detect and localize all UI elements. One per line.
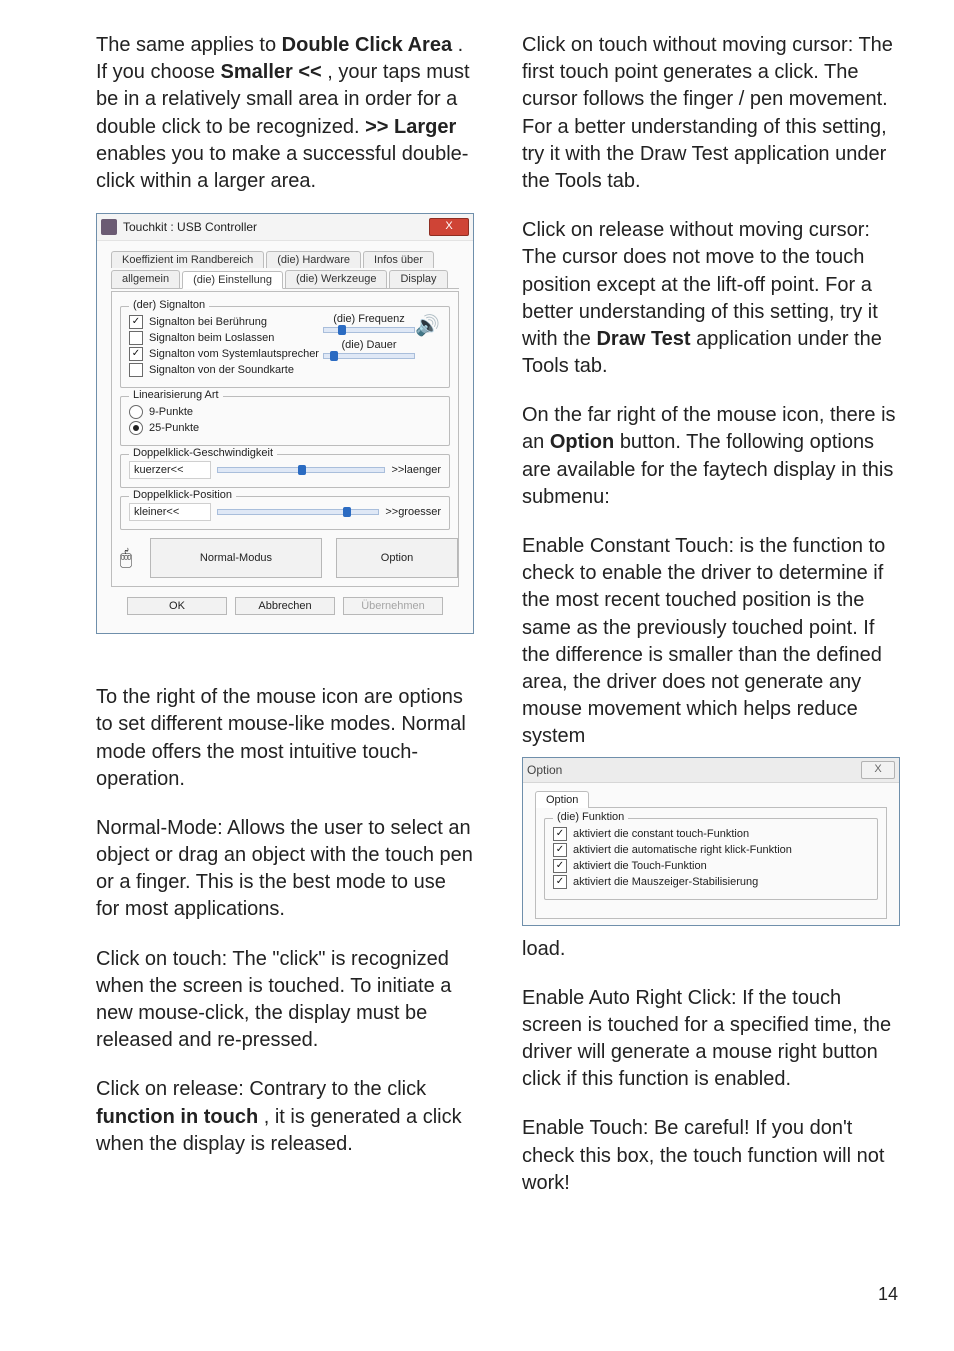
right-para-3: On the far right of the mouse icon, ther… xyxy=(522,402,900,511)
close-button[interactable]: X xyxy=(429,218,469,236)
dc-speed-slider[interactable] xyxy=(217,467,385,473)
bold-option: Option xyxy=(550,431,614,453)
left-para-3: Normal-Mode: Allows the user to select a… xyxy=(96,815,474,924)
radio-25-punkte[interactable] xyxy=(129,421,143,435)
text: The same applies to xyxy=(96,34,282,56)
right-para-4: Enable Constant Touch: is the function t… xyxy=(522,533,900,751)
slider-dauer[interactable] xyxy=(323,353,415,359)
mouse-icon: 🖱 xyxy=(120,539,132,577)
chk-auto-right-click[interactable] xyxy=(553,843,567,857)
chk-signal-touch-label: Signalton bei Berührung xyxy=(149,316,267,328)
chk-signal-soundcard[interactable] xyxy=(129,363,143,377)
radio-25-punkte-label: 25-Punkte xyxy=(149,422,199,434)
tab-strip: Koeffizient im Randbereich (die) Hardwar… xyxy=(111,251,459,289)
chk-signal-soundcard-label: Signalton von der Soundkarte xyxy=(149,364,294,376)
cancel-button[interactable]: Abbrechen xyxy=(235,597,335,615)
chk-signal-release[interactable] xyxy=(129,331,143,345)
bold-function-in-touch: function in touch xyxy=(96,1106,258,1128)
right-para-1: Click on touch without moving cursor: Th… xyxy=(522,32,900,195)
chk-touch-function-label: aktiviert die Touch-Funktion xyxy=(573,860,707,872)
normal-mode-button[interactable]: Normal-Modus xyxy=(150,538,322,578)
apply-button[interactable]: Übernehmen xyxy=(343,597,443,615)
app-icon xyxy=(101,219,117,235)
group-funktion-legend: (die) Funktion xyxy=(553,811,628,823)
titlebar: Touchkit : USB Controller X xyxy=(97,214,473,241)
dc-pos-left: kleiner<< xyxy=(129,503,211,521)
tab-hardware[interactable]: (die) Hardware xyxy=(266,251,361,268)
tab-display[interactable]: Display xyxy=(389,270,447,288)
chk-cursor-stabilization-label: aktiviert die Mauszeiger-Stabilisierung xyxy=(573,876,758,888)
option-close-button[interactable]: X xyxy=(861,761,895,779)
left-para-1: The same applies to Double Click Area . … xyxy=(96,32,474,195)
chk-constant-touch[interactable] xyxy=(553,827,567,841)
group-dc-speed-legend: Doppelklick-Geschwindigkeit xyxy=(129,447,277,459)
text: Click on release: Contrary to the click xyxy=(96,1078,426,1100)
dc-speed-right: >>laenger xyxy=(391,464,441,476)
option-titlebar: Option X xyxy=(523,758,899,783)
ok-button[interactable]: OK xyxy=(127,597,227,615)
speaker-icon: 🔊 xyxy=(415,313,441,337)
left-para-5: Click on release: Contrary to the click … xyxy=(96,1076,474,1158)
group-linearisierung: Linearisierung Art 9-Punkte 25-Punkte xyxy=(120,396,450,446)
radio-9-punkte-label: 9-Punkte xyxy=(149,406,193,418)
chk-touch-function[interactable] xyxy=(553,859,567,873)
bold-larger: >> Larger xyxy=(365,116,456,138)
slider-freq-label: (die) Frequenz xyxy=(323,313,415,325)
group-dc-speed: Doppelklick-Geschwindigkeit kuerzer<< >>… xyxy=(120,454,450,488)
option-window-title: Option xyxy=(527,763,562,777)
option-tab[interactable]: Option xyxy=(535,791,589,808)
tab-einstellung[interactable]: (die) Einstellung xyxy=(182,271,283,289)
chk-auto-right-click-label: aktiviert die automatische right klick-F… xyxy=(573,844,792,856)
group-funktion: (die) Funktion aktiviert die constant to… xyxy=(544,818,878,900)
touchkit-dialog: Touchkit : USB Controller X Koeffizient … xyxy=(96,213,474,634)
radio-9-punkte[interactable] xyxy=(129,405,143,419)
tab-werkzeuge[interactable]: (die) Werkzeuge xyxy=(285,270,388,288)
chk-constant-touch-label: aktiviert die constant touch-Funktion xyxy=(573,828,749,840)
group-signalton: (der) Signalton Signalton bei Berührung xyxy=(120,306,450,388)
right-para-5: Enable Auto Right Click: If the touch sc… xyxy=(522,985,900,1094)
slider-freq[interactable] xyxy=(323,327,415,333)
slider-dauer-label: (die) Dauer xyxy=(323,339,415,351)
option-dialog: Option X Option (die) Funktion aktiviert… xyxy=(522,757,900,926)
tab-koeffizient[interactable]: Koeffizient im Randbereich xyxy=(111,251,264,268)
group-signalton-legend: (der) Signalton xyxy=(129,299,209,311)
dc-pos-right: >>groesser xyxy=(385,506,441,518)
option-button[interactable]: Option xyxy=(336,538,458,578)
left-para-2: To the right of the mouse icon are optio… xyxy=(96,684,474,793)
group-dc-position: Doppelklick-Position kleiner<< >>groesse… xyxy=(120,496,450,530)
right-para-6: Enable Touch: Be careful! If you don't c… xyxy=(522,1115,900,1197)
group-dc-position-legend: Doppelklick-Position xyxy=(129,489,236,501)
window-title: Touchkit : USB Controller xyxy=(123,220,257,234)
dc-pos-slider[interactable] xyxy=(217,509,379,515)
bold-draw-test: Draw Test xyxy=(596,328,690,350)
chk-signal-touch[interactable] xyxy=(129,315,143,329)
right-load: load. xyxy=(522,936,900,963)
dc-speed-left: kuerzer<< xyxy=(129,461,211,479)
page-number: 14 xyxy=(96,1260,898,1305)
bold-smaller: Smaller << xyxy=(221,61,322,83)
left-para-4: Click on touch: The "click" is recognize… xyxy=(96,946,474,1055)
text: enables you to make a successful double-… xyxy=(96,143,468,192)
right-para-2: Click on release without moving cursor: … xyxy=(522,217,900,380)
chk-signal-release-label: Signalton beim Loslassen xyxy=(149,332,274,344)
bold-double-click-area: Double Click Area xyxy=(282,34,452,56)
tab-infos[interactable]: Infos über xyxy=(363,251,434,268)
tab-allgemein[interactable]: allgemein xyxy=(111,270,180,288)
chk-cursor-stabilization[interactable] xyxy=(553,875,567,889)
chk-signal-speaker-label: Signalton vom Systemlautsprecher xyxy=(149,348,319,360)
group-linearisierung-legend: Linearisierung Art xyxy=(129,389,223,401)
dialog-buttons: OK Abbrechen Übernehmen xyxy=(111,587,459,619)
chk-signal-speaker[interactable] xyxy=(129,347,143,361)
